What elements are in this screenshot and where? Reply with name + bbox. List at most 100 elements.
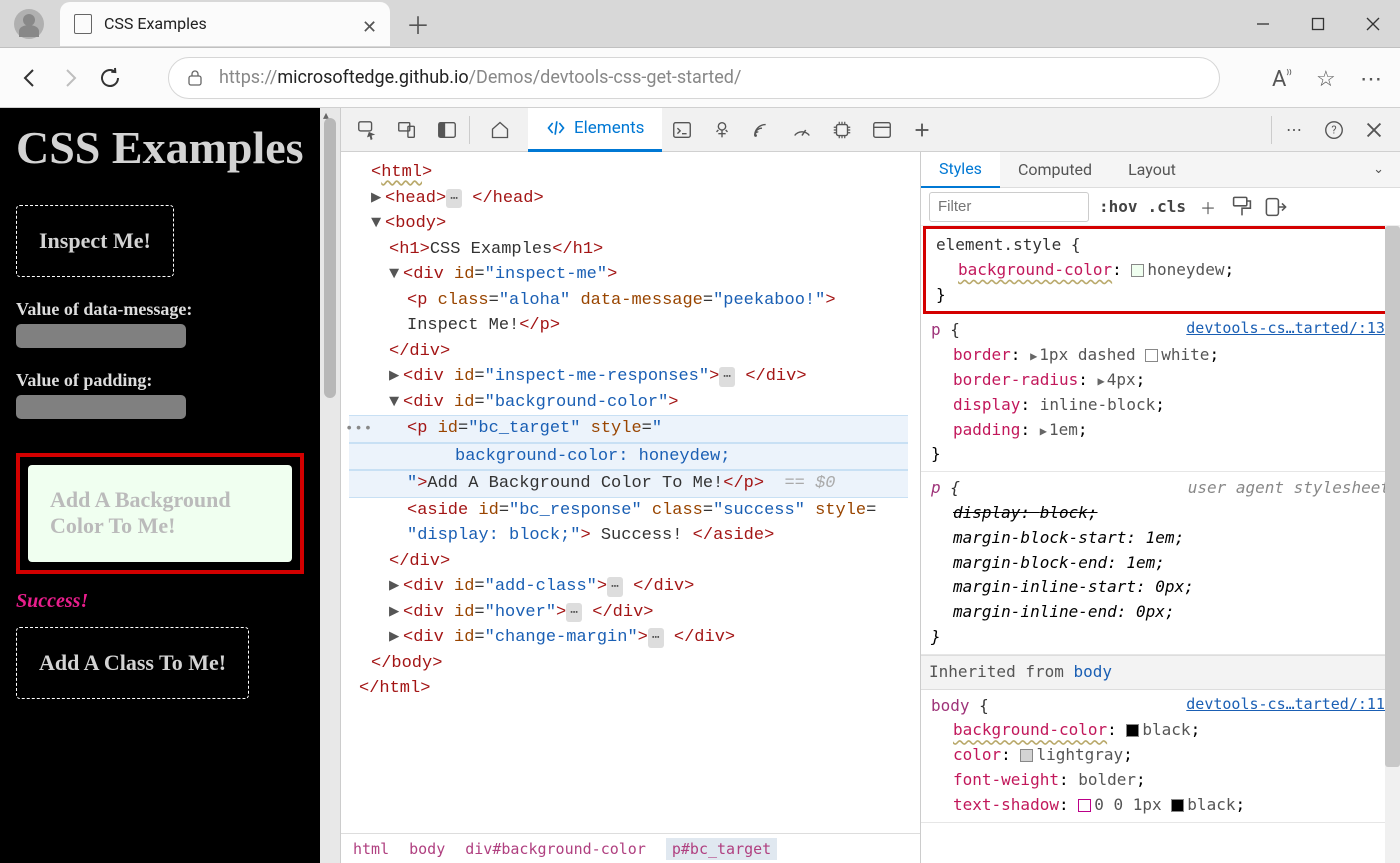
maximize-button[interactable]: [1290, 0, 1345, 48]
lock-icon: [187, 69, 203, 87]
page-scrollbar[interactable]: ▴: [320, 108, 340, 863]
page-title: CSS Examples: [16, 122, 304, 175]
dom-node[interactable]: ▶<div id="inspect-me-responses">⋯ </div>: [349, 364, 908, 390]
dom-node[interactable]: <aside id="bc_response" class="success" …: [349, 498, 908, 524]
dom-node[interactable]: </body>: [349, 651, 908, 677]
profile-icon[interactable]: [14, 9, 44, 39]
value-padding-label: Value of padding:: [16, 370, 304, 391]
browser-window: CSS Examples ✕ ＋ https://microsoftedge.g…: [0, 0, 1400, 863]
dom-node[interactable]: ▶<div id="add-class">⋯ </div>: [349, 574, 908, 600]
breadcrumb-item-active[interactable]: p#bc_target: [666, 838, 777, 860]
tab-application[interactable]: [862, 110, 902, 150]
dom-node[interactable]: ▶<div id="hover">⋯ </div>: [349, 600, 908, 626]
dom-node-selected[interactable]: ">Add A Background Color To Me!</p> == $…: [349, 470, 908, 498]
tab-performance[interactable]: [782, 110, 822, 150]
breadcrumb-item[interactable]: html: [353, 840, 389, 858]
dom-node[interactable]: ▶<div id="change-margin">⋯ </div>: [349, 625, 908, 651]
refresh-button[interactable]: [98, 66, 122, 90]
tab-sources[interactable]: [702, 110, 742, 150]
dock-icon[interactable]: [427, 110, 467, 150]
tab-layout[interactable]: Layout: [1110, 152, 1194, 188]
close-icon[interactable]: ✕: [362, 17, 376, 31]
tab-network[interactable]: [742, 110, 782, 150]
more-icon[interactable]: ⋯: [1360, 67, 1382, 89]
rendered-page[interactable]: CSS Examples Inspect Me! Value of data-m…: [0, 108, 320, 863]
p-ua-rule[interactable]: user agent stylesheet p { display: block…: [921, 472, 1400, 655]
dom-node[interactable]: </div>: [349, 549, 908, 575]
dom-node[interactable]: </div>: [349, 339, 908, 365]
dom-node-selected[interactable]: background-color: honeydew;: [349, 443, 908, 471]
body-rule[interactable]: devtools-cs…tarted/:117 body { backgroun…: [921, 690, 1400, 823]
dom-node[interactable]: ▼<div id="inspect-me">: [349, 262, 908, 288]
styles-list[interactable]: element.style { background-color: honeyd…: [921, 226, 1400, 863]
tab-console[interactable]: [662, 110, 702, 150]
dom-node[interactable]: <p class="aloha" data-message="peekaboo!…: [349, 288, 908, 314]
chevron-down-icon[interactable]: ⌄: [1373, 162, 1390, 177]
dom-node[interactable]: </html>: [349, 676, 908, 702]
devtools-close-icon[interactable]: [1354, 110, 1394, 150]
tab-elements[interactable]: Elements: [528, 108, 662, 152]
inspect-element-icon[interactable]: [347, 110, 387, 150]
inherited-header: Inherited from body: [921, 655, 1400, 690]
tab-welcome[interactable]: [472, 108, 528, 152]
minimize-button[interactable]: [1235, 0, 1290, 48]
tab-memory[interactable]: [822, 110, 862, 150]
devtools: Elements ⋯ ? <html>: [340, 108, 1400, 863]
page-pane: CSS Examples Inspect Me! Value of data-m…: [0, 108, 340, 863]
more-tabs-icon[interactable]: [902, 110, 942, 150]
tab-computed[interactable]: Computed: [1000, 152, 1110, 188]
bg-target[interactable]: Add A Background Color To Me!: [28, 465, 292, 562]
urlbar-row: https://microsoftedge.github.io/Demos/de…: [0, 48, 1400, 108]
element-style-rule[interactable]: element.style { background-color: honeyd…: [923, 226, 1398, 314]
dom-node[interactable]: ▼<body>: [349, 211, 908, 237]
window-controls: [1235, 0, 1400, 48]
paint-icon[interactable]: [1230, 195, 1254, 219]
dom-node[interactable]: Inspect Me!</p>: [349, 313, 908, 339]
dom-node[interactable]: <html>: [349, 160, 908, 186]
cls-toggle[interactable]: .cls: [1148, 197, 1187, 216]
dom-node-selected[interactable]: •••<p id="bc_target" style=": [349, 415, 908, 443]
dom-breadcrumb: html body div#background-color p#bc_targ…: [341, 833, 920, 863]
add-class-box[interactable]: Add A Class To Me!: [16, 627, 249, 699]
devtools-toolbar: Elements ⋯ ?: [341, 108, 1400, 152]
scrollbar-thumb[interactable]: [1385, 226, 1400, 767]
bg-target-highlight: Add A Background Color To Me!: [16, 453, 304, 574]
computed-style-icon[interactable]: [1264, 195, 1288, 219]
styles-scrollbar[interactable]: [1385, 226, 1400, 863]
styles-tabs: Styles Computed Layout ⌄: [921, 152, 1400, 188]
urlbar[interactable]: https://microsoftedge.github.io/Demos/de…: [168, 57, 1220, 99]
hov-toggle[interactable]: :hov: [1099, 197, 1138, 216]
dom-node[interactable]: <h1>CSS Examples</h1>: [349, 237, 908, 263]
read-aloud-icon[interactable]: A⁾⁾: [1272, 67, 1294, 89]
new-tab-button[interactable]: ＋: [398, 6, 438, 41]
dom-node[interactable]: "display: block;"> Success! </aside>: [349, 523, 908, 549]
devtools-more-icon[interactable]: ⋯: [1274, 110, 1314, 150]
window-close-button[interactable]: [1345, 0, 1400, 48]
favorites-icon[interactable]: ☆: [1316, 67, 1338, 89]
forward-button: [58, 66, 82, 90]
tab-styles[interactable]: Styles: [921, 152, 1000, 188]
scrollbar-thumb[interactable]: [324, 118, 336, 398]
data-message-input[interactable]: [16, 324, 186, 348]
device-emulation-icon[interactable]: [387, 110, 427, 150]
devtools-help-icon[interactable]: ?: [1314, 110, 1354, 150]
inspect-me-box[interactable]: Inspect Me!: [16, 205, 174, 277]
padding-input[interactable]: [16, 395, 186, 419]
titlebar: CSS Examples ✕ ＋: [0, 0, 1400, 48]
devtools-body: <html> ▶<head>⋯ </head> ▼<body> <h1>CSS …: [341, 152, 1400, 863]
dom-tree[interactable]: <html> ▶<head>⋯ </head> ▼<body> <h1>CSS …: [341, 152, 920, 833]
source-link[interactable]: devtools-cs…tarted/:133: [1186, 317, 1394, 340]
dom-node[interactable]: ▶<head>⋯ </head>: [349, 186, 908, 212]
source-link[interactable]: devtools-cs…tarted/:117: [1186, 693, 1394, 716]
url-text: https://microsoftedge.github.io/Demos/de…: [219, 67, 741, 88]
browser-tab[interactable]: CSS Examples ✕: [60, 2, 390, 46]
svg-text:?: ?: [1331, 123, 1336, 136]
content-split: CSS Examples Inspect Me! Value of data-m…: [0, 108, 1400, 863]
p-rule[interactable]: devtools-cs…tarted/:133 p { border: ▶1px…: [921, 314, 1400, 472]
dom-node[interactable]: ▼<div id="background-color">: [349, 390, 908, 416]
back-button[interactable]: [18, 66, 42, 90]
filter-input[interactable]: [929, 192, 1089, 222]
breadcrumb-item[interactable]: body: [409, 840, 445, 858]
new-style-rule-icon[interactable]: ＋: [1196, 195, 1220, 219]
breadcrumb-item[interactable]: div#background-color: [465, 840, 646, 858]
